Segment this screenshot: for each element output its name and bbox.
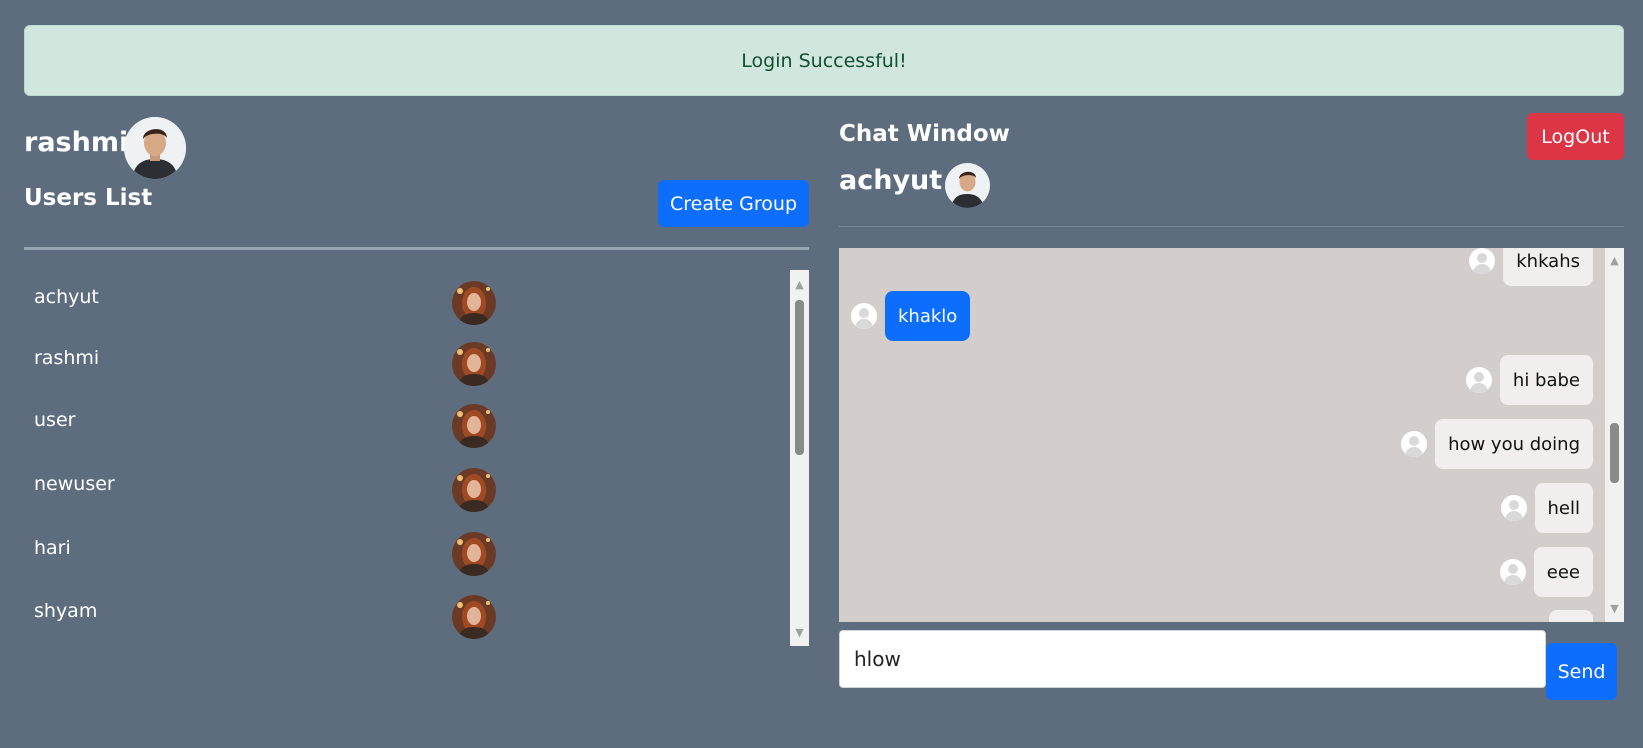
user-row-shyam[interactable]: shyam [24, 584, 791, 646]
user-name: rashmi [34, 347, 100, 369]
message-bubble: hell [1534, 483, 1593, 533]
login-success-alert: Login Successful! [24, 25, 1624, 96]
message-incoming: khkahs [1469, 248, 1593, 286]
chat-scrollbar[interactable]: ▲ ▼ [1605, 248, 1624, 622]
logout-button[interactable]: LogOut [1527, 113, 1624, 160]
current-user-avatar [124, 117, 186, 179]
scroll-up-arrow-icon[interactable]: ▲ [790, 278, 809, 292]
user-name: newuser [34, 473, 115, 495]
message-bubble: eee [1533, 547, 1593, 597]
current-user-name: rashmi [24, 127, 129, 158]
sender-avatar-icon [1401, 431, 1428, 457]
user-row-hari[interactable]: hari [24, 521, 791, 585]
message-outgoing: khaklo [851, 291, 971, 341]
user-avatar [452, 468, 496, 512]
message-bubble: hi babe [1499, 355, 1593, 405]
users-list: achyut rashmi user newuser hari shyam [24, 270, 791, 646]
message-bubble: how you doing [1435, 419, 1593, 469]
user-row-user[interactable]: user [24, 393, 791, 457]
user-avatar [452, 342, 496, 386]
scroll-down-arrow-icon[interactable]: ▼ [790, 626, 809, 640]
chat-window-title: Chat Window [839, 121, 1010, 147]
scrollbar-thumb[interactable] [1610, 423, 1619, 483]
sender-avatar-icon [1500, 495, 1527, 521]
message-input[interactable] [839, 630, 1546, 688]
chat-recipient-avatar [945, 163, 990, 208]
user-name: user [34, 409, 76, 431]
sender-avatar-icon [1499, 559, 1526, 585]
sender-avatar-icon [851, 303, 877, 329]
scroll-down-arrow-icon[interactable]: ▼ [1605, 602, 1624, 616]
user-name: achyut [34, 286, 99, 308]
users-list-title: Users List [24, 185, 153, 211]
message-bubble: khkahs [1503, 248, 1593, 286]
create-group-button[interactable]: Create Group [658, 180, 809, 227]
scrollbar-thumb[interactable] [795, 300, 804, 455]
user-name: hari [34, 537, 71, 559]
user-avatar [452, 595, 496, 639]
user-row-rashmi[interactable]: rashmi [24, 331, 791, 395]
user-avatar [452, 404, 496, 448]
message-bubble: khaklo [885, 291, 971, 341]
chat-divider [839, 226, 1624, 227]
message-incoming: how you doing [1401, 419, 1593, 469]
user-row-achyut[interactable]: achyut [24, 270, 791, 334]
chat-recipient-name: achyut [839, 165, 943, 196]
users-list-scrollbar[interactable]: ▲ ▼ [790, 270, 809, 646]
send-button[interactable]: Send [1546, 643, 1617, 700]
message-bubble-partial [1549, 610, 1593, 622]
users-divider [24, 247, 809, 250]
message-incoming: hi babe [1465, 355, 1593, 405]
alert-text: Login Successful! [741, 49, 907, 72]
scroll-up-arrow-icon[interactable]: ▲ [1605, 254, 1624, 268]
sender-avatar-icon [1469, 248, 1496, 274]
user-avatar [452, 532, 496, 576]
message-incoming: eee [1499, 547, 1593, 597]
message-incoming: hell [1500, 483, 1593, 533]
user-name: shyam [34, 600, 98, 622]
chat-messages-area: khkahs khaklo hi babe how you doing hell… [839, 248, 1605, 622]
sender-avatar-icon [1465, 367, 1492, 393]
user-row-newuser[interactable]: newuser [24, 457, 791, 521]
user-avatar [452, 281, 496, 325]
